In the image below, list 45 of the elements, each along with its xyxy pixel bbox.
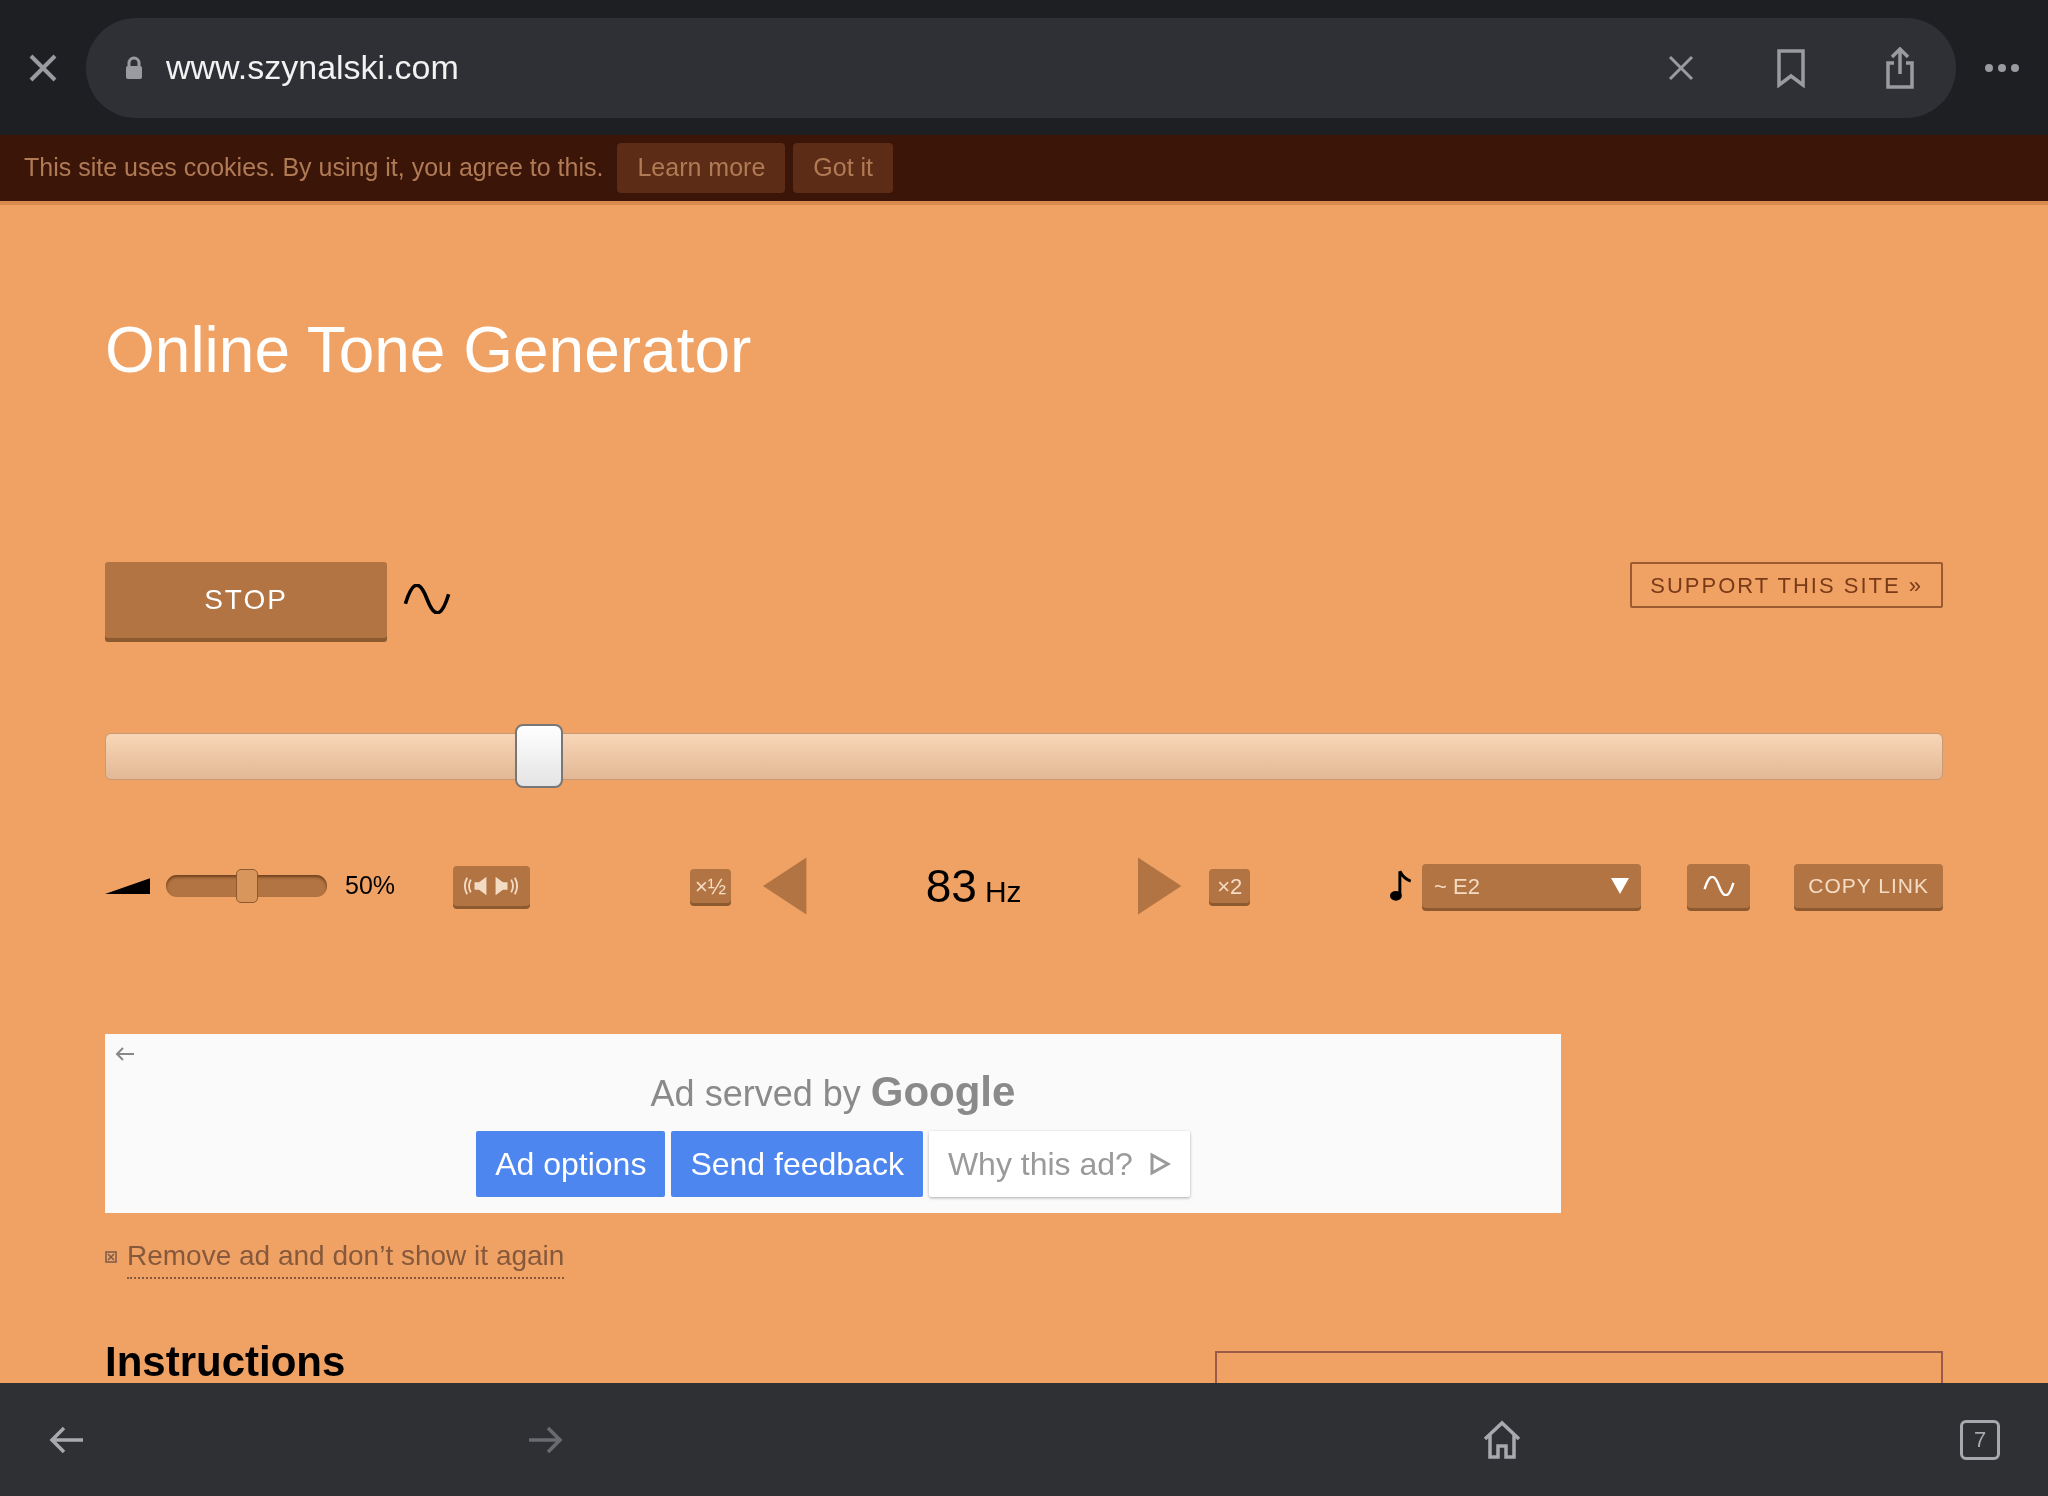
balance-button[interactable] — [453, 866, 530, 906]
cookie-button[interactable]: Got it — [793, 143, 894, 193]
note-select-value: ~ E2 — [1434, 872, 1481, 901]
frequency-unit: Hz — [984, 873, 1022, 910]
ad-heading: Ad served by — [650, 1072, 861, 1116]
ad-button[interactable]: Send feedback — [671, 1131, 923, 1197]
lock-icon — [124, 55, 144, 80]
speakers-icon — [463, 875, 520, 897]
volume-slider[interactable] — [166, 869, 327, 903]
tabs-button[interactable]: 7 — [1960, 1419, 2000, 1460]
sine-wave-icon — [1702, 876, 1735, 896]
sine-wave-icon — [403, 584, 451, 614]
double-button[interactable]: ×2 — [1209, 869, 1251, 903]
note-select[interactable]: ~ E2 — [1422, 864, 1642, 908]
frequency-value: 83 — [925, 858, 977, 914]
copy-link-button[interactable]: COPY LINK — [1794, 864, 1943, 908]
slider-thumb[interactable] — [514, 724, 563, 788]
share-icon[interactable] — [1884, 46, 1916, 89]
google-wordmark: Google — [870, 1067, 1016, 1117]
support-link[interactable]: SUPPORT THIS SITE » — [1630, 562, 1943, 608]
home-icon[interactable] — [1482, 1419, 1522, 1460]
music-note-icon — [1390, 869, 1413, 903]
back-arrow-icon[interactable] — [49, 1424, 85, 1455]
url-text: www.szynalski.com — [166, 47, 459, 88]
bookmark-icon[interactable] — [1776, 47, 1806, 88]
clear-icon[interactable] — [1668, 54, 1694, 81]
volume-reading: 50% — [345, 870, 396, 902]
frequency-slider[interactable] — [105, 724, 1943, 788]
ad-button[interactable]: Ad options — [476, 1131, 666, 1197]
instructions-heading: Instructions — [105, 1341, 346, 1383]
waveform-button[interactable] — [1687, 864, 1751, 908]
volume-thumb[interactable] — [235, 869, 258, 903]
ad-button[interactable]: Why this ad? — [928, 1131, 1190, 1197]
dropdown-arrow-icon — [1611, 878, 1630, 894]
back-arrow-icon[interactable] — [115, 1046, 135, 1062]
remove-ad-link[interactable]: Remove ad and don’t show it again — [127, 1235, 565, 1279]
close-icon[interactable] — [28, 52, 58, 83]
volume-icon — [105, 878, 151, 894]
cookie-button[interactable]: Learn more — [617, 143, 786, 193]
close-box-icon[interactable] — [105, 1251, 117, 1263]
address-bar[interactable]: www.szynalski.com — [86, 17, 1956, 118]
more-icon[interactable] — [1984, 62, 2020, 73]
page-title: Online Tone Generator — [105, 318, 753, 382]
cookie-notice: This site uses cookies. By using it, you agree to this. — [24, 152, 604, 184]
halve-button[interactable]: ×½ — [689, 869, 732, 903]
